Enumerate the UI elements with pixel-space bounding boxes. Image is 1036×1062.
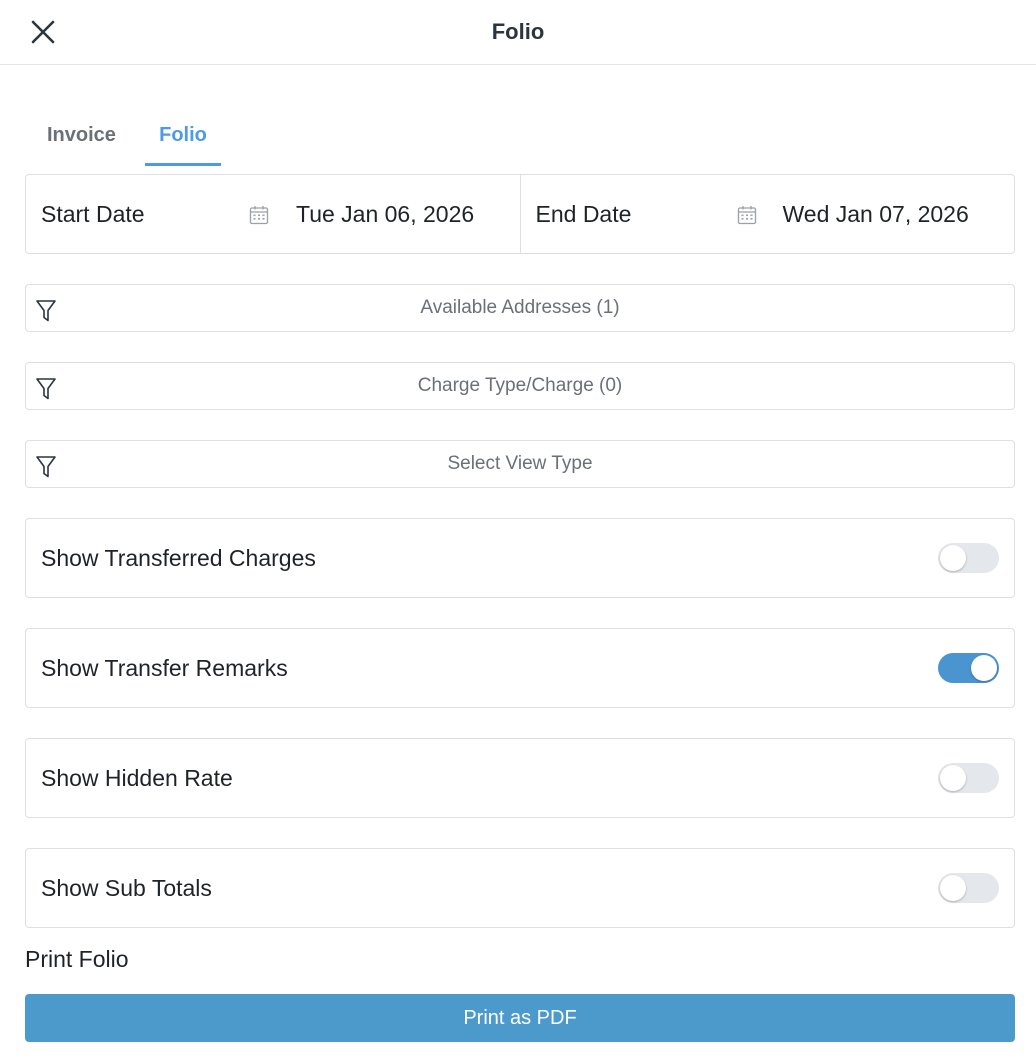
transferred-charges-toggle[interactable] [938,543,999,573]
calendar-icon[interactable] [737,205,757,225]
end-date-field[interactable]: End Date Wed Jan 07, 2026 [519,175,1015,253]
toggle-knob [940,765,966,791]
toggle-knob [940,545,966,571]
toggle-row-transferred-charges: Show Transferred Charges [25,518,1015,598]
start-date-field[interactable]: Start Date Tue Jan 06, 2026 [26,175,520,253]
filter-label: Select View Type [447,453,593,474]
filter-label: Available Addresses (1) [420,297,620,318]
available-addresses-filter[interactable]: Available Addresses (1) [25,284,1015,332]
toggle-knob [940,875,966,901]
toggle-label: Show Transfer Remarks [41,655,288,681]
toggle-row-hidden-rate: Show Hidden Rate [25,738,1015,818]
transfer-remarks-toggle[interactable] [938,653,999,683]
start-date-value[interactable]: Tue Jan 06, 2026 [296,201,474,228]
view-type-filter[interactable]: Select View Type [25,440,1015,488]
toggle-knob [971,655,997,681]
page-title: Folio [491,19,545,44]
end-date-value[interactable]: Wed Jan 07, 2026 [783,201,969,228]
print-pdf-button[interactable]: Print as PDF [25,994,1015,1042]
toggle-label: Show Transferred Charges [41,545,316,571]
start-date-label: Start Date [41,201,145,227]
calendar-icon[interactable] [249,205,269,225]
print-section-label: Print Folio [25,946,129,972]
toggle-label: Show Sub Totals [41,875,212,901]
tab-folio[interactable]: Folio [145,108,221,166]
date-range: Start Date Tue Jan 06, 2026 End Date Wed… [25,174,1015,254]
toggle-row-sub-totals: Show Sub Totals [25,848,1015,928]
charge-type-filter[interactable]: Charge Type/Charge (0) [25,362,1015,410]
hidden-rate-toggle[interactable] [938,763,999,793]
end-date-label: End Date [535,201,632,227]
tab-bar: Invoice Folio [25,108,425,168]
toggle-row-transfer-remarks: Show Transfer Remarks [25,628,1015,708]
filter-label: Charge Type/Charge (0) [417,375,623,396]
toggle-label: Show Hidden Rate [41,765,233,791]
tab-invoice[interactable]: Invoice [47,108,116,166]
sub-totals-toggle[interactable] [938,873,999,903]
modal-header: Folio [0,0,1036,65]
